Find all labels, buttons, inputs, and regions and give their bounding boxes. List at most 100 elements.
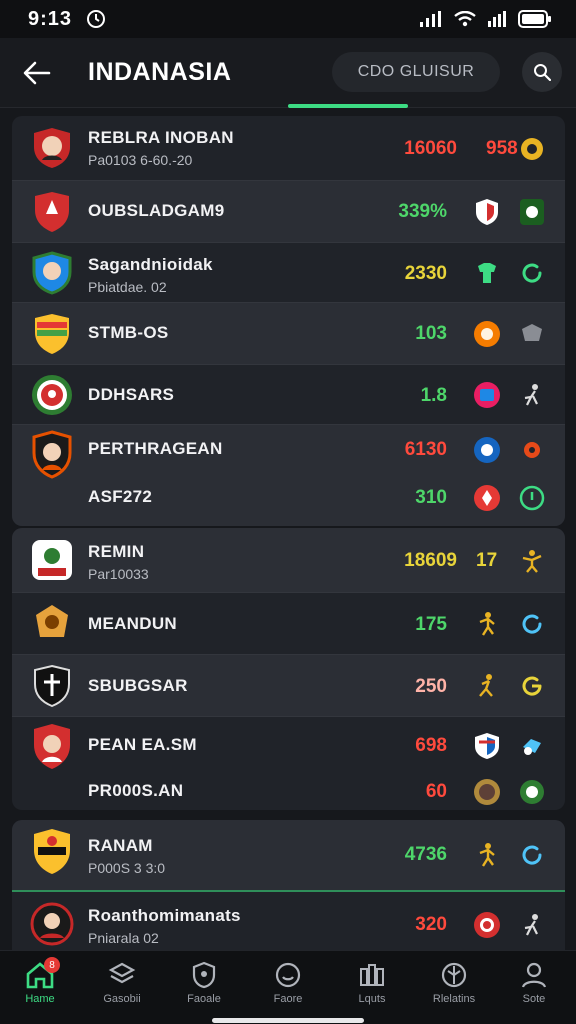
nav-label: Gasobii	[103, 993, 141, 1005]
back-arrow-icon	[23, 61, 51, 85]
team-score: 4736	[404, 844, 447, 865]
search-input[interactable]: CDO GLUISUR	[332, 52, 500, 92]
team-name: REBLRA INOBAN	[88, 128, 234, 147]
player-icon[interactable]	[472, 609, 502, 639]
team-name: OUBSLADGAM9	[88, 201, 225, 220]
team-row[interactable]: OUBSLADGAM9 339%	[12, 180, 565, 242]
team-crest-icon	[30, 430, 74, 479]
refresh-icon[interactable]	[517, 840, 547, 870]
wifi-icon	[454, 11, 476, 27]
team-score: 175	[415, 614, 447, 635]
team-crest-icon	[30, 664, 74, 708]
team-row[interactable]: STMB-OS 103	[12, 302, 565, 364]
player-icon[interactable]	[517, 380, 547, 410]
team-group: RANAM P000S 3 3:0 4736 Roanthomimanats P…	[12, 820, 565, 950]
player-icon[interactable]	[472, 671, 502, 701]
club-shield-icon[interactable]	[517, 197, 547, 227]
back-button[interactable]	[20, 58, 54, 88]
team-name: PERTHRAGEAN	[88, 439, 223, 458]
team-row[interactable]: PEAN EA.SM 698 PR000S.AN 60	[12, 716, 565, 810]
bottom-navigation: 8 Hame Gasobii Faoale Faore Lquts Rlelat…	[0, 950, 576, 1024]
team-row[interactable]: DDHSARS 1.8	[12, 364, 565, 424]
club-badge-icon[interactable]	[517, 319, 547, 349]
team-score: 103	[415, 323, 447, 344]
team-jersey-icon[interactable]	[472, 258, 502, 288]
team-subtitle: Par10033	[88, 566, 149, 582]
team-row[interactable]: Roanthomimanats Pniarala 02 320	[12, 890, 565, 950]
nav-label: Lquts	[358, 993, 386, 1005]
player-icon[interactable]	[517, 731, 547, 761]
nav-label: Sote	[522, 993, 546, 1005]
refresh-icon[interactable]	[517, 609, 547, 639]
team-crest-icon	[30, 190, 74, 234]
nav-item[interactable]: Rlelatins	[418, 961, 490, 1019]
nav-label: Faoale	[187, 993, 221, 1005]
team-name: MEANDUN	[88, 614, 177, 633]
team-crest-icon	[30, 538, 74, 582]
team-score: 1.8	[420, 385, 447, 406]
team-score-secondary: 17	[476, 550, 498, 571]
team-row[interactable]: REMIN Par10033 18609 17	[12, 528, 565, 592]
club-shield-icon[interactable]	[472, 483, 502, 513]
team-name: DDHSARS	[88, 385, 175, 404]
notification-badge: 8	[44, 957, 60, 973]
team-row[interactable]: RANAM P000S 3 3:0 4736	[12, 820, 565, 890]
badge-icon[interactable]	[517, 134, 547, 164]
power-icon[interactable]	[517, 483, 547, 513]
team-subtitle: Pa0103 6-60.-20	[88, 152, 193, 168]
club-badge-icon[interactable]	[472, 319, 502, 349]
team-crest-icon	[30, 251, 74, 295]
timer-icon	[87, 10, 106, 28]
club-shield-icon[interactable]	[472, 380, 502, 410]
refresh-icon[interactable]	[517, 671, 547, 701]
team-subtitle: Pbiatdae. 02	[88, 279, 167, 295]
team-row[interactable]: MEANDUN 175	[12, 592, 565, 654]
team-name: Roanthomimanats	[88, 906, 241, 925]
team-name: Sagandnioidak	[88, 255, 213, 274]
club-shield-icon[interactable]	[472, 197, 502, 227]
team-subtitle: Pniarala 02	[88, 930, 159, 946]
nav-item[interactable]: Faore	[252, 961, 324, 1019]
team-row[interactable]: REBLRA INOBAN Pa0103 6-60.-20 16060 958	[12, 116, 565, 180]
team-row[interactable]: PERTHRAGEAN 6130 ASF272 310	[12, 424, 565, 526]
team-score: 310	[415, 487, 447, 508]
shield-icon	[192, 961, 216, 989]
player-icon[interactable]	[517, 546, 547, 576]
club-badge-icon[interactable]	[517, 777, 547, 807]
team-name: ASF272	[88, 487, 153, 506]
status-bar: 9:13	[0, 0, 576, 38]
team-score: 250	[415, 676, 447, 697]
team-crest-icon	[30, 602, 74, 646]
home-indicator	[212, 1018, 364, 1023]
club-shield-icon[interactable]	[472, 731, 502, 761]
team-crest-icon	[30, 724, 74, 769]
team-row[interactable]: SBUBGSAR 250	[12, 654, 565, 716]
team-subtitle: P000S 3 3:0	[88, 860, 166, 876]
nav-item[interactable]: Sote	[498, 961, 570, 1019]
refresh-icon[interactable]	[517, 258, 547, 288]
team-score: 698	[415, 735, 447, 756]
team-name: STMB-OS	[88, 323, 169, 342]
team-group: REMIN Par10033 18609 17 MEANDUN 175 SBUB…	[12, 528, 565, 810]
club-badge-icon[interactable]	[472, 910, 502, 940]
nav-item[interactable]: Gasobii	[86, 961, 158, 1019]
player-icon[interactable]	[472, 840, 502, 870]
nav-item[interactable]: Faoale	[168, 961, 240, 1019]
club-badge-icon[interactable]	[517, 435, 547, 465]
team-crest-icon	[30, 902, 74, 946]
team-score: 2330	[404, 263, 447, 284]
team-score: 6130	[404, 439, 447, 460]
player-icon[interactable]	[517, 910, 547, 940]
club-badge-icon[interactable]	[472, 777, 502, 807]
team-name: SBUBGSAR	[88, 676, 188, 695]
club-badge-icon[interactable]	[472, 435, 502, 465]
team-crest-icon	[30, 312, 74, 356]
nav-home[interactable]: 8 Hame	[4, 957, 76, 1019]
nav-item[interactable]: Lquts	[336, 961, 408, 1019]
team-row[interactable]: Sagandnioidak Pbiatdae. 02 2330	[12, 242, 565, 302]
team-crest-icon	[30, 126, 74, 170]
search-button[interactable]	[522, 52, 562, 92]
app-header: INDANASIA CDO GLUISUR	[0, 38, 576, 108]
team-crest-icon	[30, 829, 74, 874]
team-name: PR000S.AN	[88, 781, 184, 800]
